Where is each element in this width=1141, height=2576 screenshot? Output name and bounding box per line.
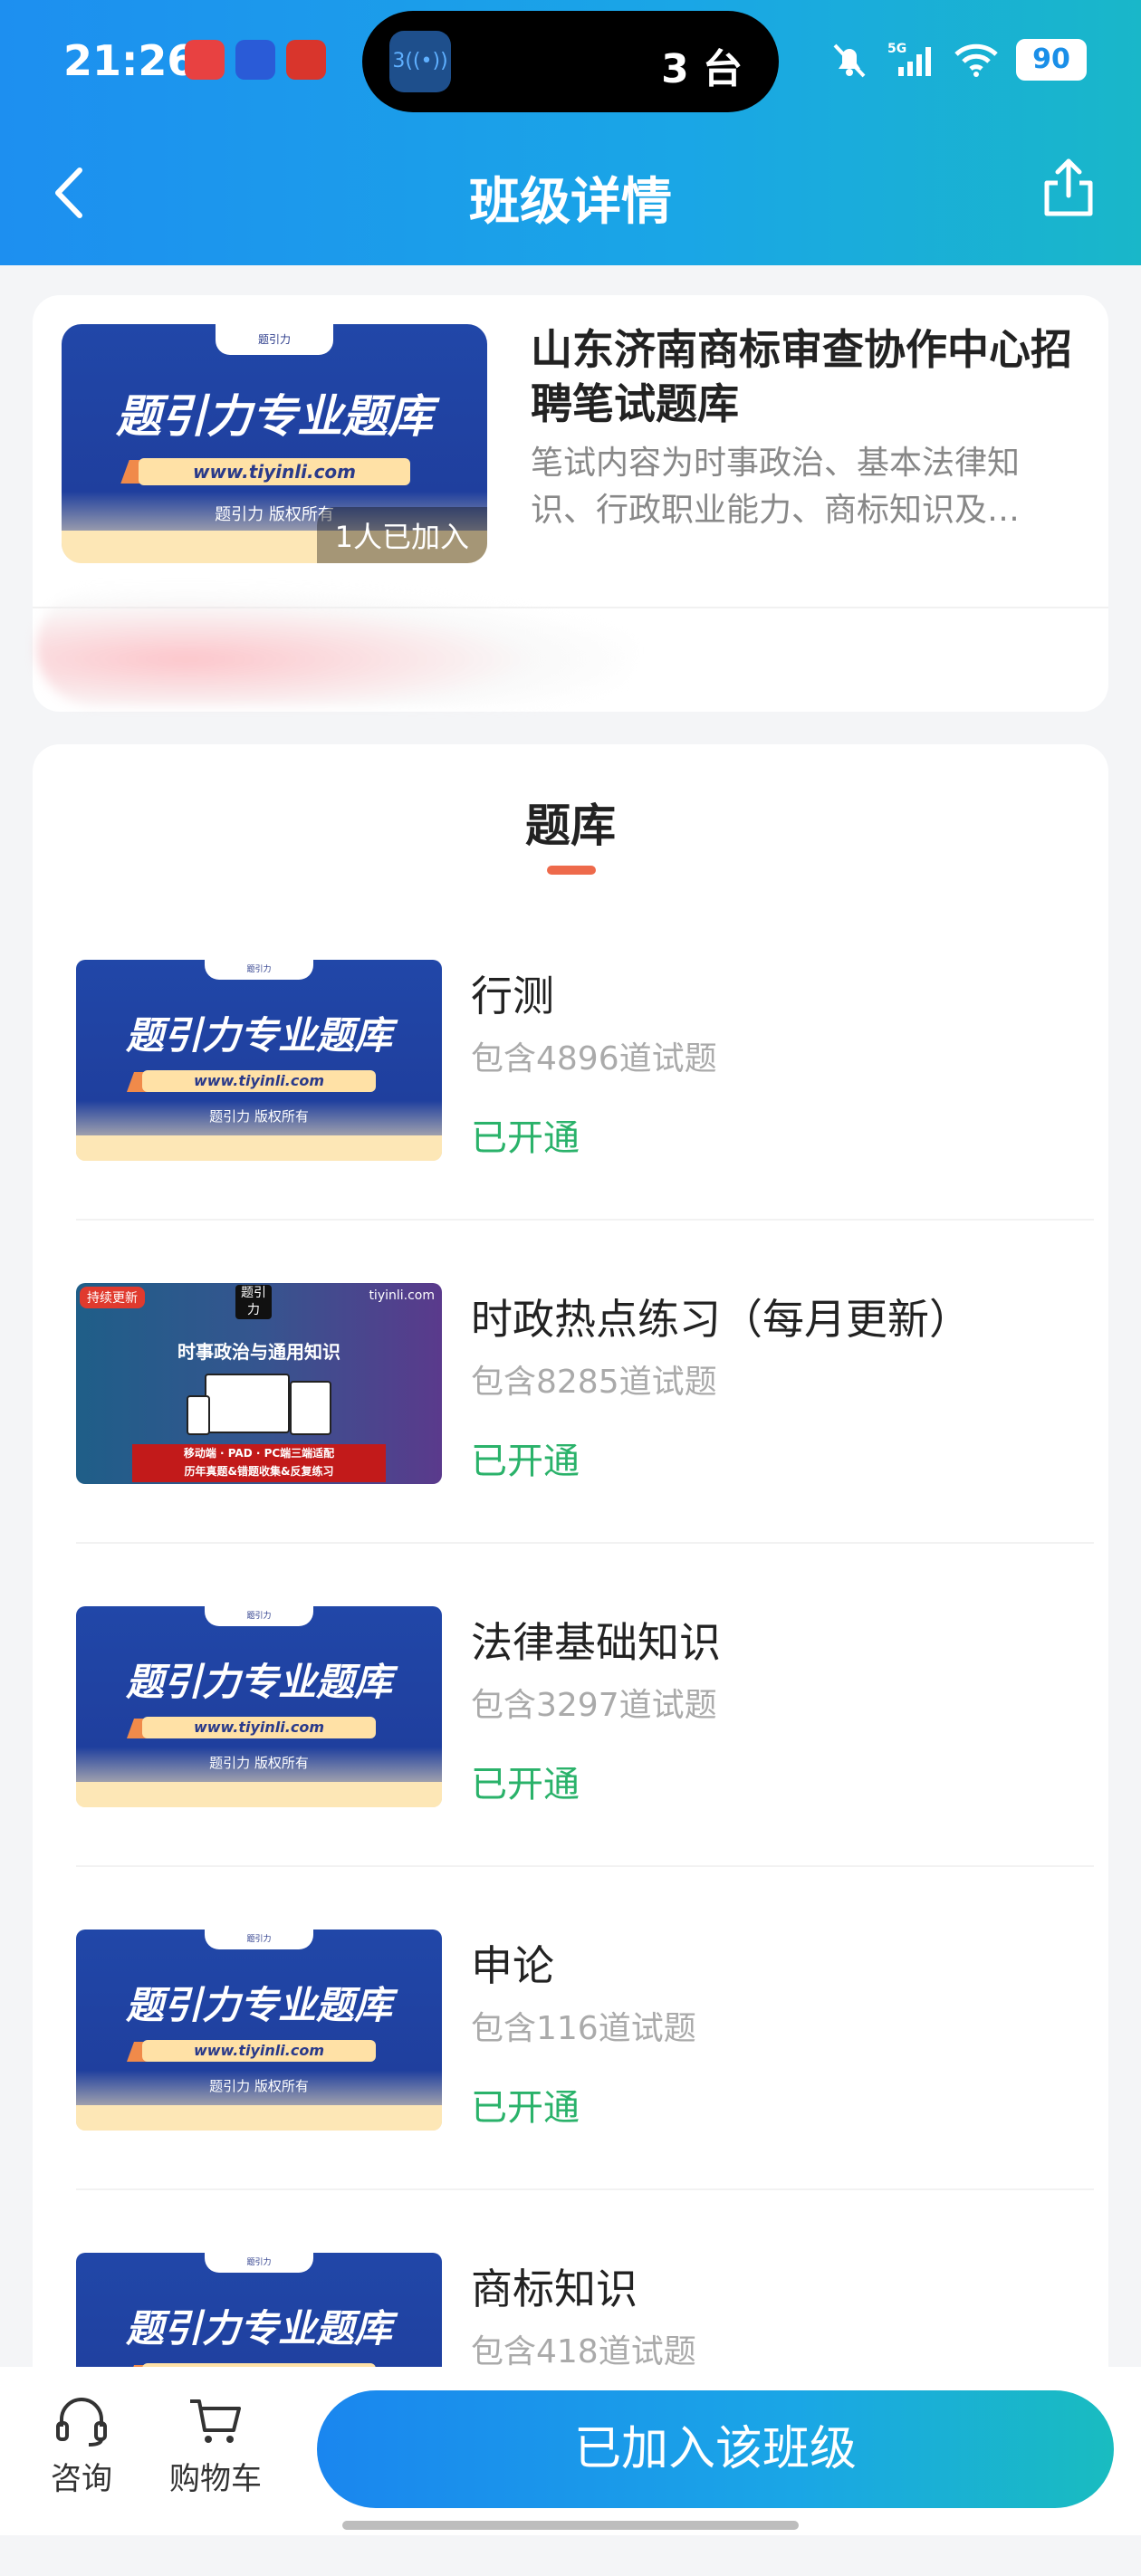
headset-icon bbox=[56, 2398, 107, 2447]
cover-site: tiyinli.com bbox=[369, 1288, 435, 1303]
status-icons: 5G 90 bbox=[829, 36, 1087, 83]
signal-icon: 5G bbox=[887, 42, 931, 76]
home-indicator[interactable] bbox=[342, 2521, 799, 2530]
feature-banner: 移动端 · PAD · PC端三端适配 历年真题&错题收集&反复练习 bbox=[132, 1444, 386, 1482]
blurred-region bbox=[36, 589, 634, 706]
wifi-icon bbox=[954, 43, 998, 77]
update-tag: 持续更新 bbox=[80, 1287, 145, 1308]
app-icon-red bbox=[185, 40, 225, 80]
app-icon-pinduoduo bbox=[286, 40, 326, 80]
bank-item-name: 商标知识 bbox=[471, 2265, 638, 2313]
consult-label: 咨询 bbox=[51, 2461, 112, 2497]
bank-item-cover: 题引力 题引力专业题库 www.tiyinli.com 题引力 版权所有 bbox=[76, 960, 442, 1161]
status-time: 21:26 bbox=[63, 36, 197, 85]
cart-icon bbox=[190, 2399, 241, 2443]
tab-underline bbox=[547, 866, 596, 875]
bank-item-count: 包含116道试题 bbox=[471, 2010, 696, 2047]
header: 21:26 3((•)) 3 台 5G 90 班级详情 bbox=[0, 0, 1141, 265]
bank-item-law[interactable]: 题引力 题引力专业题库 www.tiyinli.com 题引力 版权所有 法律基… bbox=[76, 1606, 1094, 1930]
bank-item-current-affairs[interactable]: 持续更新 题引力 tiyinli.com 时事政治与通用知识 移动端 · PAD… bbox=[76, 1283, 1094, 1606]
joined-class-button[interactable]: 已加入该班级 bbox=[317, 2390, 1114, 2508]
device-illustration bbox=[205, 1374, 290, 1433]
question-bank-section: 题库 题引力 题引力专业题库 www.tiyinli.com 题引力 版权所有 … bbox=[33, 744, 1108, 2535]
bank-item-count: 包含8285道试题 bbox=[471, 1364, 717, 1401]
class-description: 笔试内容为时事政治、基本法律知识、行政职业能力、商标知识及… bbox=[531, 445, 1021, 529]
bank-item-cover: 题引力 题引力专业题库 www.tiyinli.com 题引力 版权所有 bbox=[76, 1606, 442, 1807]
page-title: 班级详情 bbox=[469, 173, 672, 232]
joined-count-badge: 1人已加入 bbox=[316, 507, 487, 563]
bottom-bar: 咨询 购物车 已加入该班级 bbox=[0, 2367, 1141, 2535]
bank-item-xingce[interactable]: 题引力 题引力专业题库 www.tiyinli.com 题引力 版权所有 行测 … bbox=[76, 960, 1094, 1283]
current-affairs-cover: 持续更新 题引力 tiyinli.com 时事政治与通用知识 移动端 · PAD… bbox=[76, 1283, 442, 1484]
bank-item-status: 已开通 bbox=[471, 1117, 580, 1159]
cart-button[interactable]: 购物车 bbox=[152, 2394, 279, 2498]
consult-button[interactable]: 咨询 bbox=[18, 2394, 145, 2498]
class-cover-image: 题引力 题引力专业题库 www.tiyinli.com 题引力 版权所有 1人已… bbox=[62, 324, 487, 563]
bank-item-cover: 题引力 题引力专业题库 www.tiyinli.com 题引力 版权所有 bbox=[76, 1930, 442, 2131]
bank-item-name: 时政热点练习（每月更新） bbox=[471, 1295, 971, 1344]
cover-brand: 题引力 bbox=[216, 324, 333, 355]
cart-label: 购物车 bbox=[169, 2461, 262, 2497]
bank-item-count: 包含4896道试题 bbox=[471, 1040, 717, 1077]
broadcast-icon: 3((•)) bbox=[389, 31, 451, 92]
cover-headline: 时事政治与通用知识 bbox=[177, 1341, 340, 1363]
class-title: 山东济南商标审查协作中心招聘笔试题库 bbox=[531, 325, 1072, 428]
bank-item-count: 包含3297道试题 bbox=[471, 1687, 717, 1724]
share-icon[interactable] bbox=[1041, 156, 1096, 219]
bank-item-name: 行测 bbox=[471, 972, 554, 1020]
tab-question-bank[interactable]: 题库 bbox=[33, 790, 1108, 855]
bank-item-name: 申论 bbox=[471, 1941, 554, 1990]
dynamic-island[interactable]: 3((•)) 3 台 bbox=[362, 11, 779, 112]
bank-item-name: 法律基础知识 bbox=[471, 1618, 721, 1667]
bank-item-essay[interactable]: 题引力 题引力专业题库 www.tiyinli.com 题引力 版权所有 申论 … bbox=[76, 1930, 1094, 2253]
cover-url: www.tiyinli.com bbox=[138, 458, 411, 485]
bank-item-status: 已开通 bbox=[471, 1441, 580, 1482]
app-icon-blue bbox=[235, 40, 275, 80]
island-text: 3 台 bbox=[661, 46, 743, 92]
bank-item-status: 已开通 bbox=[471, 1764, 580, 1805]
svg-text:5G: 5G bbox=[887, 42, 906, 56]
bank-item-count: 包含418道试题 bbox=[471, 2333, 696, 2370]
mute-bell-icon bbox=[833, 43, 866, 78]
bank-item-status: 已开通 bbox=[471, 2087, 580, 2129]
battery-indicator: 90 bbox=[1016, 39, 1087, 81]
brand-logo: 题引力 bbox=[235, 1285, 272, 1319]
cover-title: 题引力专业题库 bbox=[116, 390, 433, 443]
